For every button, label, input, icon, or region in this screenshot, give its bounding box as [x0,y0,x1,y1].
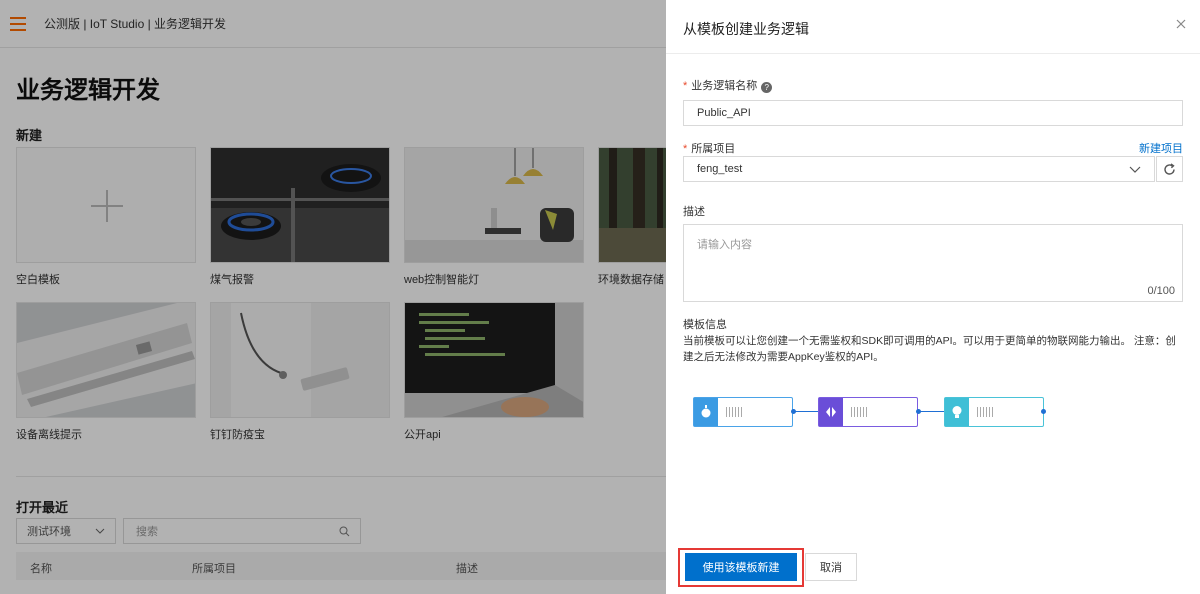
lightbulb-icon [945,398,969,426]
connector-dot [791,409,796,414]
flow-connector [918,411,944,412]
project-select-value: feng_test [697,163,743,175]
description-field-label: 描述 [683,206,705,218]
close-icon[interactable] [1174,17,1188,31]
template-info-text: 当前模板可以让您创建一个无需鉴权和SDK即可调用的API。可以用于更简单的物联网… [683,335,1176,363]
drawer-header: 从模板创建业务逻辑 [666,0,1200,54]
required-marker: * [683,143,688,155]
modal-overlay[interactable] [0,0,666,594]
chevron-down-icon [1129,166,1141,173]
flow-node-output [944,397,1044,427]
logic-name-input[interactable]: Public_API [683,100,1183,126]
connector-dot [916,409,921,414]
drawer-title: 从模板创建业务逻辑 [683,21,809,37]
project-select[interactable]: feng_test [683,156,1155,182]
required-marker: * [683,80,688,92]
logic-node-icon [819,398,843,426]
new-project-link[interactable]: 新建项目 [1139,140,1183,156]
refresh-icon [1164,162,1175,175]
connector-dot [1041,409,1046,414]
name-field-label: * 业务逻辑名称? [683,77,773,93]
template-info-title: 模板信息 [683,319,727,331]
help-icon[interactable]: ? [761,82,773,93]
project-field-label: * 所属项目 [683,143,736,155]
logic-name-value: Public_API [697,107,751,119]
description-textarea[interactable]: 请输入内容 0/100 [683,224,1183,302]
drawer-footer: 使用该模板新建 取消 [666,540,1200,594]
description-placeholder: 请输入内容 [697,239,752,251]
flow-connector [793,411,819,412]
refresh-button[interactable] [1156,156,1183,182]
create-from-template-button[interactable]: 使用该模板新建 [685,553,797,581]
flow-node-logic [818,397,918,427]
create-from-template-drawer: 从模板创建业务逻辑 * 业务逻辑名称? Public_API * 所属项目 新建项目… [666,0,1200,594]
http-trigger-icon [694,398,718,426]
cancel-button[interactable]: 取消 [805,553,857,581]
flow-node-http [693,397,793,427]
character-counter: 0/100 [1147,285,1175,297]
